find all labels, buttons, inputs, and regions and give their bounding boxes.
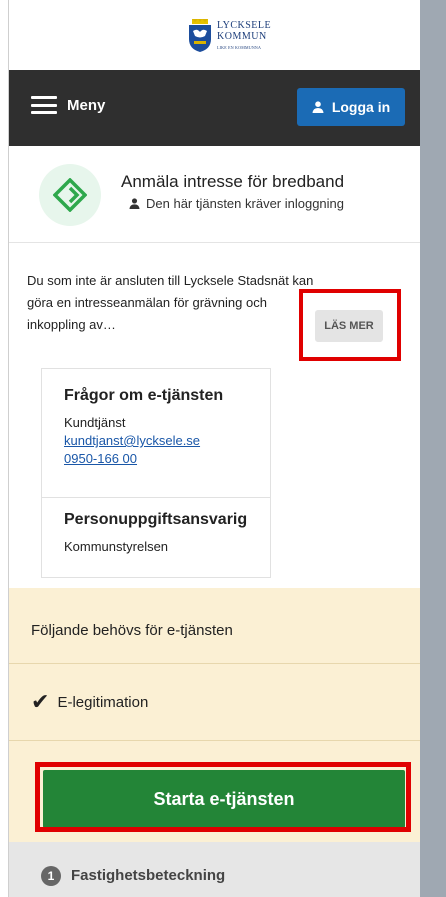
- step-item[interactable]: 1 Fastighetsbeteckning: [9, 842, 421, 897]
- service-title: Anmäla intresse för bredband: [121, 172, 345, 191]
- service-description: Du som inte är ansluten till Lycksele St…: [27, 273, 314, 332]
- logo-text: LYCKSELE KOMMUN LIKE EN KOMMUNNA: [217, 20, 271, 53]
- checkmark-icon: ✔: [31, 689, 50, 714]
- scrollbar[interactable]: [420, 0, 446, 897]
- app-frame: LYCKSELE KOMMUN LIKE EN KOMMUNNA Meny Lo…: [0, 0, 446, 897]
- logo-line-3: LIKE EN KOMMUNNA: [217, 44, 262, 50]
- service-icon: [39, 164, 101, 226]
- left-margin: [0, 0, 8, 897]
- contact-name: Kundtjänst: [64, 415, 126, 430]
- questions-heading: Frågor om e-tjänsten: [64, 387, 224, 404]
- logo-line-2: KOMMUN: [217, 30, 267, 42]
- requirement-item: ✔ E-legitimation: [31, 689, 149, 714]
- menu-button[interactable]: Meny: [31, 96, 105, 114]
- hamburger-icon: [31, 96, 57, 114]
- divider: [9, 663, 421, 664]
- requirements-panel: Följande behövs för e-tjänsten ✔ E-legit…: [9, 588, 421, 758]
- read-more-highlight: [299, 289, 401, 361]
- broadband-diamond-icon: [53, 178, 87, 212]
- requirement-label: E-legitimation: [57, 693, 149, 711]
- login-label: Logga in: [331, 99, 391, 115]
- contact-card: Frågor om e-tjänsten Kundtjänst kundtjan…: [41, 368, 271, 578]
- top-navbar: Meny Logga in: [9, 70, 421, 146]
- questions-section: Frågor om e-tjänsten Kundtjänst kundtjan…: [42, 369, 270, 498]
- start-button-highlight: [35, 762, 411, 832]
- step-number-badge: 1: [41, 866, 61, 886]
- page-content: LYCKSELE KOMMUN LIKE EN KOMMUNNA Meny Lo…: [8, 0, 421, 897]
- contact-phone-link[interactable]: 0950-166 00: [64, 451, 137, 466]
- municipality-logo[interactable]: LYCKSELE KOMMUN LIKE EN KOMMUNNA: [187, 16, 271, 56]
- requirements-label: Följande behövs för e-tjänsten: [31, 622, 233, 639]
- logo-area: LYCKSELE KOMMUN LIKE EN KOMMUNNA: [9, 0, 421, 70]
- contact-email-link[interactable]: kundtjanst@lycksele.se: [64, 433, 200, 448]
- user-icon: [312, 101, 324, 113]
- service-header: Anmäla intresse för bredband Den här tjä…: [9, 146, 421, 243]
- login-required-note: Den här tjänsten kräver inloggning: [129, 196, 344, 211]
- privacy-heading: Personuppgiftsansvarig: [64, 511, 248, 528]
- login-button[interactable]: Logga in: [297, 88, 405, 126]
- login-required-text: Den här tjänsten kräver inloggning: [146, 196, 345, 211]
- start-area: Starta e-tjänsten: [9, 752, 421, 842]
- coat-of-arms-icon: [189, 19, 211, 52]
- menu-label: Meny: [67, 96, 106, 114]
- user-icon: [129, 198, 140, 209]
- step-label: Fastighetsbeteckning: [71, 867, 226, 884]
- privacy-org: Kommunstyrelsen: [64, 539, 169, 554]
- divider: [9, 740, 421, 741]
- logo-line-1: LYCKSELE: [217, 19, 272, 31]
